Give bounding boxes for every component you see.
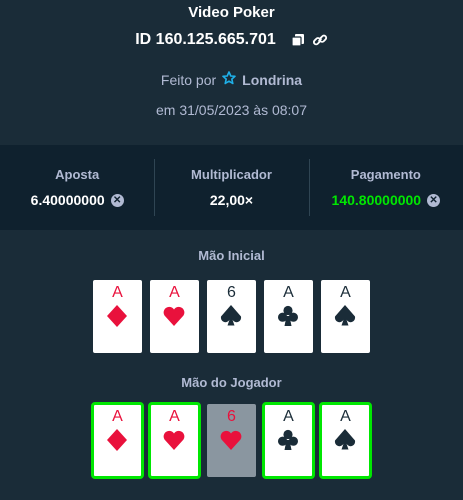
payout-value: 140.80000000 [331,192,422,208]
card-rank: A [283,284,294,301]
stats-panel: Aposta 6.40000000 ✕ Multiplicador 22,00×… [0,145,463,230]
currency-icon: ✕ [427,193,441,207]
club-suit-icon [276,304,300,328]
bet-id: ID 160.125.665.701 [135,31,276,48]
heart-suit-icon [162,428,186,452]
card-rank: A [340,284,351,301]
bet-stat: Aposta 6.40000000 ✕ [0,145,154,230]
copy-icon[interactable] [290,32,306,48]
page-title: Video Poker [188,4,275,21]
multiplier-stat: Multiplicador 22,00× [154,145,308,230]
made-by-label: Feito por [160,71,217,88]
bet-label: Aposta [55,167,100,182]
made-by-row: Feito por Londrina [0,71,463,88]
initial-card: A [150,280,199,353]
spade-suit-icon [333,304,357,328]
card-rank: A [283,408,294,425]
currency-icon: ✕ [110,193,124,207]
player-hand-label: Mão do Jogador [181,375,282,390]
card-rank: A [340,408,351,425]
heart-suit-icon [219,428,243,452]
initial-card: A [264,280,313,353]
heart-suit-icon [162,304,186,328]
spade-suit-icon [333,428,357,452]
card-rank: 6 [227,284,236,301]
card-rank: 6 [227,408,236,425]
username-link[interactable]: Londrina [242,72,302,88]
card-rank: A [169,284,180,301]
player-card: 6 [207,404,256,477]
bet-date: em 31/05/2023 às 08:07 [155,102,307,118]
initial-hand-label: Mão Inicial [198,248,265,263]
card-rank: A [112,408,123,425]
diamond-suit-icon [105,304,129,328]
card-rank: A [112,284,123,301]
player-card: A [319,402,372,479]
player-card: A [91,402,144,479]
initial-card: 6 [207,280,256,353]
initial-card: A [321,280,370,353]
multiplier-label: Multiplicador [191,167,272,182]
card-rank: A [169,408,180,425]
player-card: A [262,402,315,479]
bet-id-row: ID 160.125.665.701 [0,31,463,49]
bet-value: 6.40000000 [30,192,105,208]
vip-star-icon [222,71,236,88]
player-card: A [148,402,201,479]
club-suit-icon [276,428,300,452]
payout-label: Pagamento [350,167,421,182]
player-hand: A A 6 A A [0,402,463,479]
diamond-suit-icon [105,428,129,452]
multiplier-value: 22,00× [209,192,254,208]
initial-card: A [93,280,142,353]
payout-stat: Pagamento 140.80000000 ✕ [308,145,463,230]
initial-hand: A A 6 A A [0,280,463,353]
link-icon[interactable] [312,32,328,48]
spade-suit-icon [219,304,243,328]
